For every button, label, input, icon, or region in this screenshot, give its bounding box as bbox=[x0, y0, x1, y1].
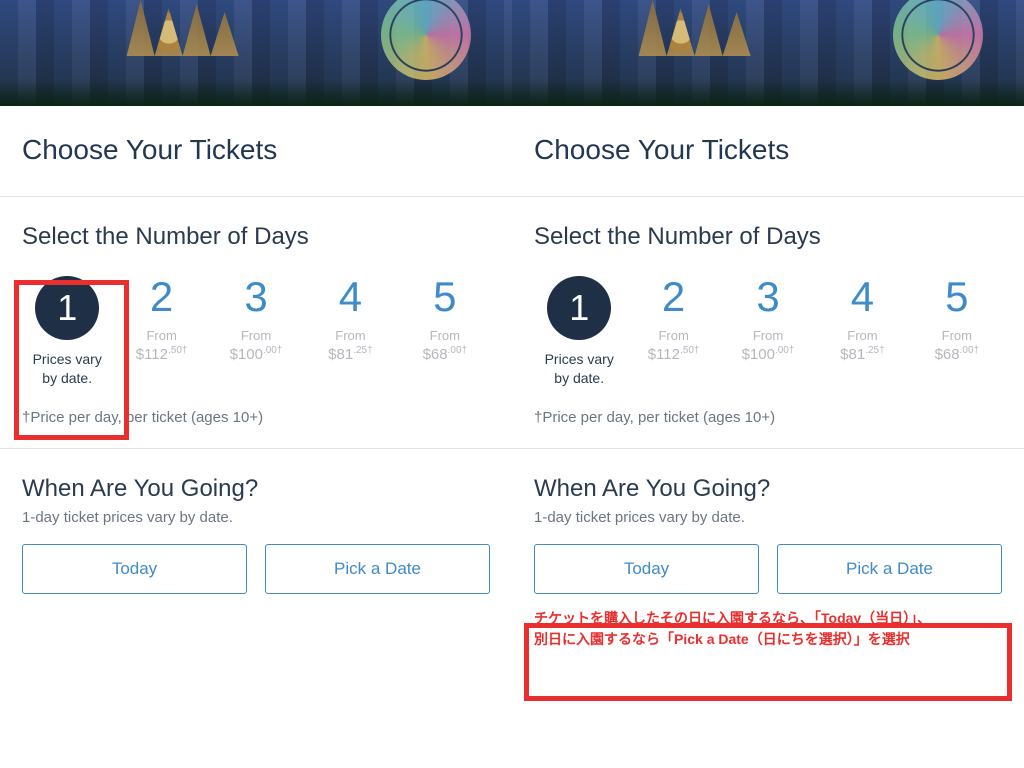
page-title: Choose Your Tickets bbox=[0, 106, 512, 196]
screenshot-right: Choose Your Tickets Select the Number of… bbox=[512, 0, 1024, 768]
day-option-5[interactable]: 5 From $68.00† bbox=[912, 273, 1002, 366]
pick-date-button[interactable]: Pick a Date bbox=[265, 544, 490, 594]
day-1-note: Prices varyby date. bbox=[545, 350, 614, 388]
day-price: $100.00† bbox=[742, 345, 795, 363]
from-label: From bbox=[146, 328, 176, 343]
when-heading: When Are You Going? bbox=[22, 475, 490, 503]
day-price: $112.50† bbox=[648, 345, 700, 363]
when-section: When Are You Going? 1-day ticket prices … bbox=[0, 449, 512, 622]
hero-image bbox=[512, 0, 1024, 106]
day-number: 5 bbox=[945, 276, 968, 318]
select-days-heading: Select the Number of Days bbox=[534, 223, 1002, 251]
day-number: 3 bbox=[244, 276, 267, 318]
price-footnote: †Price per day, per ticket (ages 10+) bbox=[534, 409, 1002, 426]
day-price: $112.50† bbox=[136, 345, 188, 363]
day-number: 5 bbox=[433, 276, 456, 318]
screenshot-left: Choose Your Tickets Select the Number of… bbox=[0, 0, 512, 768]
from-label: From bbox=[241, 328, 271, 343]
when-subtext: 1-day ticket prices vary by date. bbox=[22, 509, 490, 526]
day-option-1[interactable]: 1 Prices varyby date. bbox=[534, 273, 624, 391]
day-price: $68.00† bbox=[423, 345, 468, 363]
day-option-2[interactable]: 2 From $112.50† bbox=[628, 273, 718, 366]
from-label: From bbox=[430, 328, 460, 343]
day-number: 4 bbox=[851, 276, 874, 318]
today-button[interactable]: Today bbox=[534, 544, 759, 594]
from-label: From bbox=[658, 328, 688, 343]
day-price: $81.25† bbox=[328, 345, 373, 363]
day-number: 1 bbox=[35, 276, 99, 340]
today-button[interactable]: Today bbox=[22, 544, 247, 594]
day-price: $68.00† bbox=[935, 345, 980, 363]
day-option-5[interactable]: 5 From $68.00† bbox=[400, 273, 490, 366]
day-option-3[interactable]: 3 From $100.00† bbox=[211, 273, 301, 366]
date-button-row: Today Pick a Date bbox=[534, 544, 1002, 594]
when-section: When Are You Going? 1-day ticket prices … bbox=[512, 449, 1024, 602]
from-label: From bbox=[753, 328, 783, 343]
days-row: 1 Prices varyby date. 2 From $112.50† 3 … bbox=[534, 273, 1002, 391]
hero-image bbox=[0, 0, 512, 106]
day-option-4[interactable]: 4 From $81.25† bbox=[817, 273, 907, 366]
select-days-section: Select the Number of Days 1 Prices varyb… bbox=[512, 197, 1024, 448]
day-number: 2 bbox=[662, 276, 685, 318]
page-title: Choose Your Tickets bbox=[512, 106, 1024, 196]
day-price: $100.00† bbox=[230, 345, 283, 363]
day-1-note: Prices varyby date. bbox=[33, 350, 102, 388]
price-footnote: †Price per day, per ticket (ages 10+) bbox=[22, 409, 490, 426]
day-option-2[interactable]: 2 From $112.50† bbox=[116, 273, 206, 366]
days-row: 1 Prices varyby date. 2 From $112.50† 3 … bbox=[22, 273, 490, 391]
day-option-4[interactable]: 4 From $81.25† bbox=[305, 273, 395, 366]
select-days-heading: Select the Number of Days bbox=[22, 223, 490, 251]
select-days-section: Select the Number of Days 1 Prices varyb… bbox=[0, 197, 512, 448]
from-label: From bbox=[847, 328, 877, 343]
day-option-3[interactable]: 3 From $100.00† bbox=[723, 273, 813, 366]
when-subtext: 1-day ticket prices vary by date. bbox=[534, 509, 1002, 526]
day-price: $81.25† bbox=[840, 345, 885, 363]
from-label: From bbox=[335, 328, 365, 343]
day-number: 4 bbox=[339, 276, 362, 318]
day-option-1[interactable]: 1 Prices varyby date. bbox=[22, 273, 112, 391]
when-heading: When Are You Going? bbox=[534, 475, 1002, 503]
day-number: 1 bbox=[547, 276, 611, 340]
day-number: 2 bbox=[150, 276, 173, 318]
from-label: From bbox=[942, 328, 972, 343]
day-number: 3 bbox=[756, 276, 779, 318]
annotation-caption: チケットを購入したその日に入園するなら、「Today（当日）」、別日に入園するな… bbox=[512, 602, 1024, 650]
date-button-row: Today Pick a Date bbox=[22, 544, 490, 594]
pick-date-button[interactable]: Pick a Date bbox=[777, 544, 1002, 594]
